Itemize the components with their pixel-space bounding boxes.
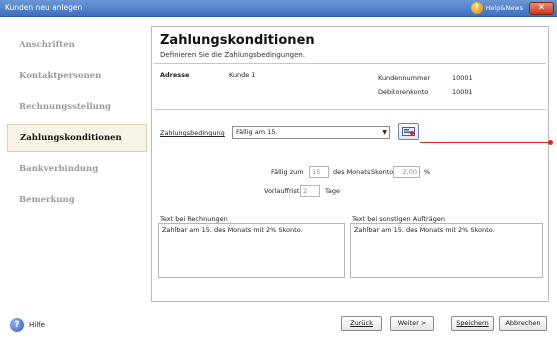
customer-number-label: Kundennummer bbox=[378, 74, 430, 82]
content-panel: Zahlungskonditionen Definieren Sie die Z… bbox=[151, 26, 549, 302]
customer-name: Kunde 1 bbox=[229, 71, 256, 79]
lead-time-unit: Tage bbox=[325, 187, 341, 195]
question-mark-icon: ? bbox=[10, 318, 24, 332]
help-news-link[interactable]: ? Help&News bbox=[470, 2, 523, 14]
lead-time-field[interactable]: 2 bbox=[300, 185, 320, 197]
orders-text-label: Text bei sonstigen Aufträgen bbox=[352, 215, 445, 223]
condition-picker-button[interactable] bbox=[398, 123, 419, 140]
invoice-text-area[interactable]: Zahlbar am 15. des Monats mit 2% Skonto. bbox=[158, 223, 345, 278]
discount-label: Skonto bbox=[371, 168, 394, 176]
address-section-label: Adresse bbox=[160, 71, 190, 79]
sidebar-item-rechnungsstellung[interactable]: Rechnungsstellung bbox=[7, 93, 147, 121]
debtor-account-value: 10001 bbox=[452, 88, 473, 96]
help-news-label: Help&News bbox=[485, 4, 523, 12]
condition-picker-icon bbox=[402, 127, 415, 136]
close-icon: ✕ bbox=[537, 3, 546, 13]
invoice-text-label: Text bei Rechnungen bbox=[160, 215, 228, 223]
orders-text-area[interactable]: Zahlbar am 15. des Monats mit 2% Skonto. bbox=[350, 223, 543, 278]
close-button[interactable]: ✕ bbox=[529, 2, 554, 15]
payment-condition-dropdown[interactable]: Fällig am 15. ▼ bbox=[232, 126, 390, 139]
debtor-account-label: Debitorenkonto bbox=[378, 88, 429, 96]
sidebar-item-zahlungskonditionen[interactable]: Zahlungskonditionen bbox=[7, 124, 147, 152]
payment-condition-label-text: Zahlungsbedingung bbox=[160, 129, 225, 137]
payment-condition-label: Zahlungsbedingung bbox=[160, 129, 225, 137]
next-button-label: Weiter > bbox=[397, 319, 427, 327]
save-button-label: Speichern bbox=[456, 319, 489, 327]
title-bar: Kunden neu anlegen ? Help&News ✕ bbox=[0, 0, 557, 17]
payment-condition-value: Fällig am 15. bbox=[236, 128, 278, 136]
sidebar-item-kontaktpersonen[interactable]: Kontaktpersonen bbox=[7, 62, 147, 90]
cancel-button-label: Abbrechen bbox=[505, 319, 541, 327]
sidebar-item-label: Bankverbindung bbox=[19, 164, 99, 174]
annotation-callout-dot bbox=[548, 140, 553, 145]
back-button-label: Zurück bbox=[350, 319, 373, 327]
due-label: Fällig zum bbox=[271, 168, 304, 176]
save-button[interactable]: Speichern bbox=[451, 316, 494, 331]
sidebar-item-label: Kontaktpersonen bbox=[19, 71, 102, 81]
sidebar-item-label: Rechnungsstellung bbox=[19, 102, 111, 112]
back-button[interactable]: Zurück bbox=[341, 316, 382, 331]
page-title: Zahlungskonditionen bbox=[160, 33, 315, 48]
customer-number-value: 10001 bbox=[452, 74, 473, 82]
discount-unit: % bbox=[424, 168, 431, 176]
due-day-field[interactable]: 15 bbox=[309, 166, 329, 178]
sidebar: Anschriften Kontaktpersonen Rechnungsste… bbox=[7, 31, 147, 217]
lead-time-label: Vorlauffrist bbox=[264, 187, 300, 195]
sidebar-item-label: Bemerkung bbox=[19, 195, 75, 205]
page-subtitle: Definieren Sie die Zahlungsbedingungen. bbox=[160, 51, 306, 59]
cancel-button[interactable]: Abbrechen bbox=[499, 316, 547, 331]
discount-field[interactable]: 2,00 bbox=[393, 166, 420, 178]
next-button[interactable]: Weiter > bbox=[390, 316, 434, 331]
address-divider bbox=[154, 109, 546, 110]
sidebar-item-bankverbindung[interactable]: Bankverbindung bbox=[7, 155, 147, 183]
sidebar-item-label: Anschriften bbox=[19, 40, 75, 50]
sidebar-item-anschriften[interactable]: Anschriften bbox=[7, 31, 147, 59]
window-title: Kunden neu anlegen bbox=[5, 3, 83, 12]
header-divider bbox=[154, 63, 546, 64]
sidebar-item-bemerkung[interactable]: Bemerkung bbox=[7, 186, 147, 214]
help-button[interactable]: ? Hilfe bbox=[10, 318, 45, 332]
help-label: Hilfe bbox=[29, 321, 45, 329]
window-client: Anschriften Kontaktpersonen Rechnungsste… bbox=[0, 17, 557, 340]
sidebar-item-label: Zahlungskonditionen bbox=[20, 133, 122, 143]
help-icon: ? bbox=[470, 2, 483, 14]
due-suffix: des Monats bbox=[333, 168, 371, 176]
chevron-down-icon: ▼ bbox=[382, 129, 387, 136]
annotation-callout-line bbox=[420, 142, 551, 143]
